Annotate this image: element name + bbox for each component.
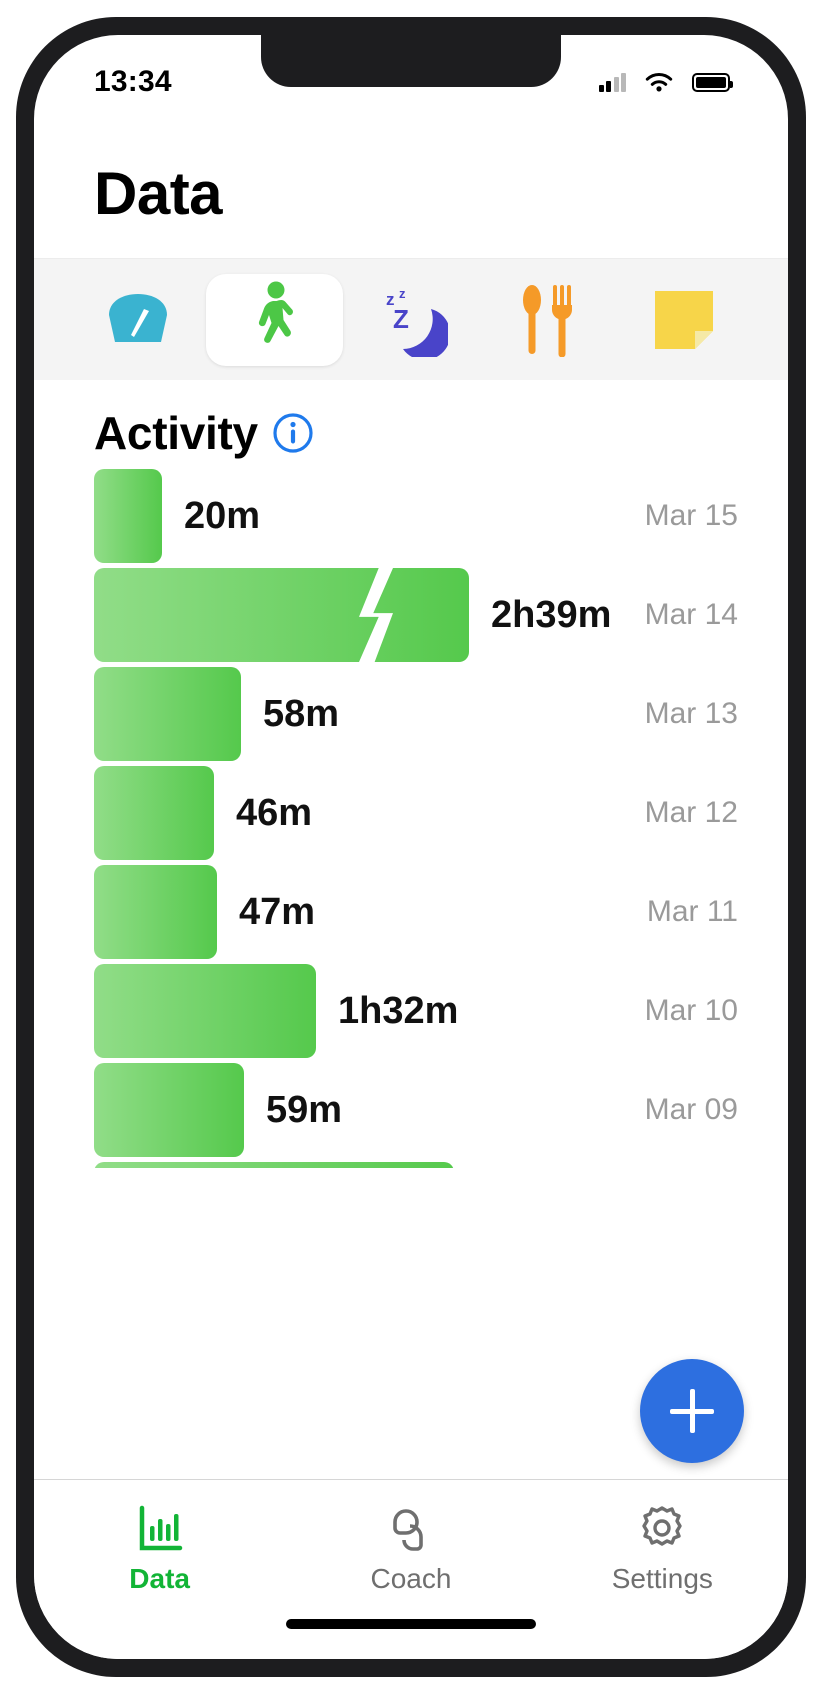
bar-value-label: 1h32m: [338, 989, 459, 1032]
table-row[interactable]: 1h32m Mar 10: [94, 963, 788, 1059]
activity-bar: [94, 1063, 244, 1157]
screenshot-stage: 13:34 Data z z Z Activity 20m Mar 15 2h3…: [0, 0, 822, 1694]
activity-bar: [94, 865, 217, 959]
bar-wrapper: 1h32m: [94, 964, 458, 1058]
bar-value-label: 58m: [263, 692, 340, 735]
bar-value-label: 20m: [184, 494, 261, 537]
info-circle-icon[interactable]: [272, 412, 314, 454]
activity-bar-chart: 20m Mar 15 2h39m Mar 14 58m Mar 13 46m M…: [34, 468, 788, 1168]
row-date-label: Mar 13: [644, 697, 738, 730]
bar-value-label: 2h39m: [491, 593, 612, 636]
cellular-signal-icon: [598, 72, 626, 92]
table-row[interactable]: 47m Mar 11: [94, 864, 788, 960]
row-date-label: Mar 12: [644, 796, 738, 829]
table-row[interactable]: 2h39m Mar 14: [94, 567, 788, 663]
bar-wrapper: 20m: [94, 469, 260, 563]
bar-wrapper: 2h31m: [94, 1162, 596, 1168]
add-entry-fab[interactable]: [640, 1359, 744, 1463]
category-tab-strip: z z Z: [34, 258, 788, 380]
category-tab-sleep[interactable]: z z Z: [343, 274, 479, 366]
svg-text:Z: Z: [393, 304, 409, 334]
sleep-moon-icon: z z Z: [386, 286, 449, 357]
status-bar-time: 13:34: [94, 65, 172, 98]
home-indicator: [286, 1619, 536, 1629]
note-icon: [654, 290, 713, 349]
nav-label: Data: [129, 1563, 190, 1594]
table-row[interactable]: 2h31m Mar 08: [94, 1161, 788, 1168]
battery-full-icon: [692, 72, 733, 92]
bar-wrapper: 2h39m: [94, 568, 611, 662]
row-date-label: Mar 11: [646, 895, 738, 928]
bar-value-label: 47m: [239, 890, 316, 933]
bar-value-label: 59m: [266, 1088, 343, 1131]
svg-text:z: z: [399, 286, 406, 301]
category-tab-nutrition[interactable]: [479, 274, 615, 366]
activity-bar: [94, 1162, 454, 1168]
table-row[interactable]: 46m Mar 12: [94, 765, 788, 861]
table-row[interactable]: 20m Mar 15: [94, 468, 788, 564]
row-date-label: Mar 09: [644, 1093, 738, 1126]
row-date-label: Mar 15: [644, 499, 738, 532]
gear-icon: [642, 1506, 683, 1546]
activity-bar: [94, 667, 241, 761]
activity-bar: [94, 766, 214, 860]
display-notch: [261, 35, 561, 87]
cutlery-icon: [523, 284, 573, 357]
chat-bubble-icon: [393, 1509, 423, 1551]
row-date-label: Mar 10: [644, 994, 738, 1027]
walking-person-icon: [258, 281, 293, 343]
gauge-icon: [109, 293, 168, 342]
category-tab-notes[interactable]: [616, 274, 752, 366]
nav-item-data[interactable]: Data: [70, 1502, 250, 1595]
bar-chart-icon: [139, 1505, 182, 1551]
bar-wrapper: 47m: [94, 865, 315, 959]
bar-value-label: 46m: [236, 791, 313, 834]
activity-bar: [94, 469, 162, 563]
table-row[interactable]: 59m Mar 09: [94, 1062, 788, 1158]
phone-screen: 13:34 Data z z Z Activity 20m Mar 15 2h3…: [34, 35, 788, 1659]
wifi-icon: [645, 72, 673, 91]
plus-icon: [670, 1389, 714, 1433]
bar-wrapper: 46m: [94, 766, 312, 860]
bar-wrapper: 58m: [94, 667, 339, 761]
category-tab-measurements[interactable]: [70, 274, 206, 366]
bottom-navigation-bar: Data Coach Settings: [34, 1479, 788, 1659]
row-date-label: Mar 14: [644, 598, 738, 631]
nav-label: Settings: [611, 1563, 713, 1594]
bar-wrapper: 59m: [94, 1063, 342, 1157]
section-header: Activity: [34, 380, 788, 468]
nav-label: Coach: [370, 1563, 452, 1594]
nav-item-settings[interactable]: Settings: [572, 1502, 752, 1595]
status-bar-indicators: [598, 71, 733, 94]
page-title: Data: [94, 160, 223, 227]
activity-bar: [94, 568, 469, 662]
category-tab-activity[interactable]: [206, 273, 343, 366]
table-row[interactable]: 58m Mar 13: [94, 666, 788, 762]
activity-bar: [94, 964, 316, 1058]
phone-frame: 13:34 Data z z Z Activity 20m Mar 15 2h3…: [16, 17, 806, 1677]
nav-item-coach[interactable]: Coach: [321, 1502, 501, 1595]
section-title: Activity: [94, 407, 258, 459]
